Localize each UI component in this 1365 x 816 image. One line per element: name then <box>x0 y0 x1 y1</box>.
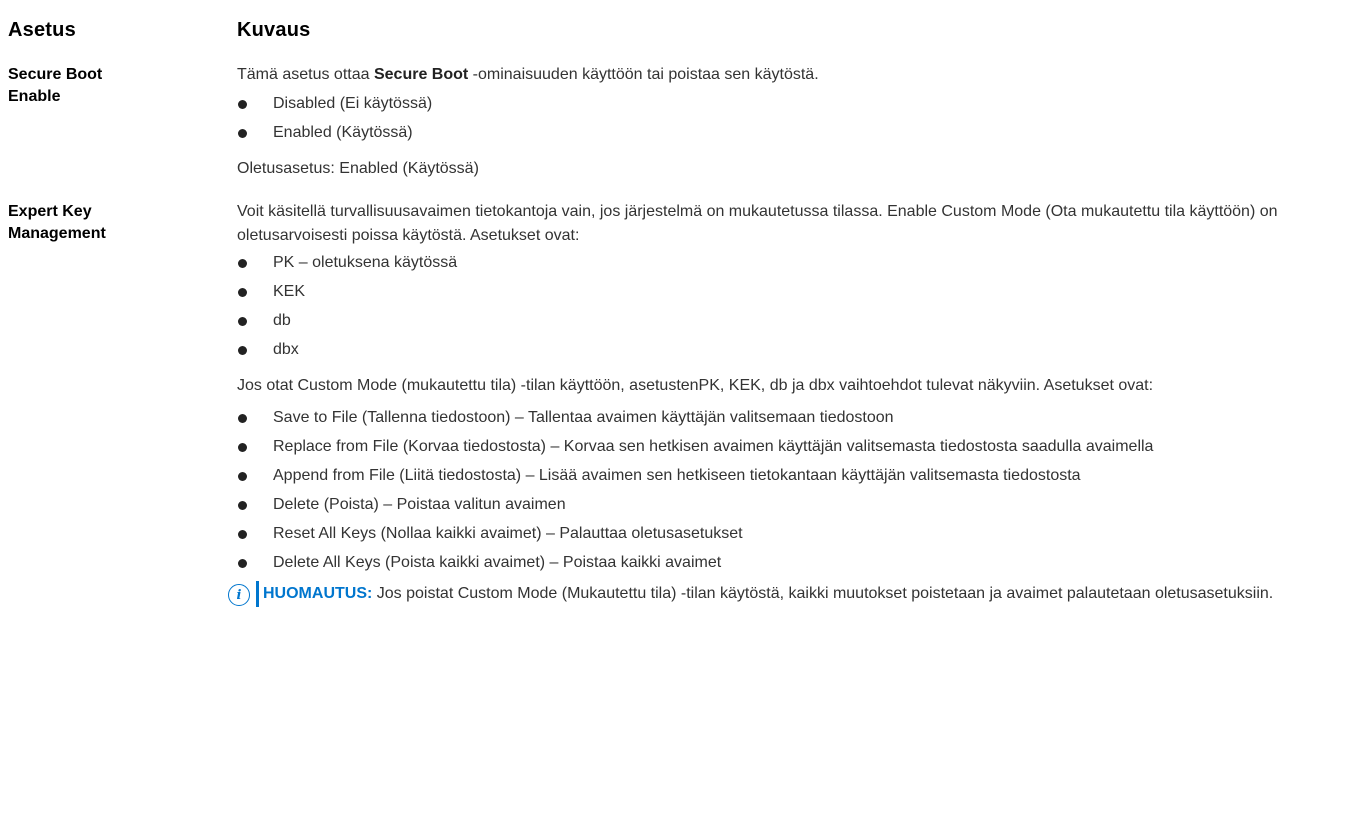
list-item-text: Replace from File (Korvaa tiedostosta) –… <box>273 438 1154 455</box>
list-item-text: Delete All Keys (Poista kaikki avaimet) … <box>273 554 722 571</box>
setting-cell: Secure Boot Enable <box>8 64 237 181</box>
description-cell: Tämä asetus ottaa Secure Boot -ominaisuu… <box>237 64 1358 181</box>
description-intro: Voit käsitellä turvallisuusavaimen tieto… <box>237 203 1278 244</box>
setting-cell: Expert Key Management <box>8 201 237 607</box>
list-item: Delete (Poista) – Poistaa valitun avaime… <box>237 493 1358 517</box>
bullet-icon <box>238 346 247 355</box>
bullet-icon <box>238 530 247 539</box>
list-item: Disabled (Ei käytössä) <box>237 92 1358 116</box>
bullet-icon <box>238 259 247 268</box>
setting-name-line1: Secure Boot <box>8 66 103 83</box>
note-box: i HUOMAUTUS: Jos poistat Custom Mode (Mu… <box>228 581 1358 607</box>
info-circle-icon: i <box>228 584 250 606</box>
list-item-text: Delete (Poista) – Poistaa valitun avaime… <box>273 496 566 513</box>
header-setting: Asetus <box>8 18 76 41</box>
bullet-icon <box>238 472 247 481</box>
bullet-icon <box>238 317 247 326</box>
list-item-text: Append from File (Liitä tiedostosta) – L… <box>273 467 1081 484</box>
bullet-icon <box>238 559 247 568</box>
list-item-text: db <box>273 312 291 329</box>
description-intro: Tämä asetus ottaa Secure Boot -ominaisuu… <box>237 63 1358 87</box>
intro-text: Tämä asetus ottaa <box>237 66 374 83</box>
list-item-text: Enabled (Käytössä) <box>273 124 413 141</box>
list-item: Reset All Keys (Nollaa kaikki avaimet) –… <box>237 522 1358 546</box>
custom-mode-text: Jos otat Custom Mode (mukautettu tila) -… <box>237 377 1154 394</box>
bullet-icon <box>238 100 247 109</box>
bullet-icon <box>238 443 247 452</box>
table-row-secure-boot: Secure Boot Enable Tämä asetus ottaa Sec… <box>8 64 1358 181</box>
list-item: db <box>237 309 1358 333</box>
header-description: Kuvaus <box>237 18 311 41</box>
custom-options-list: Save to File (Tallenna tiedostoon) – Tal… <box>237 406 1358 575</box>
table-row-expert-key-management: Expert Key Management Voit käsitellä tur… <box>8 201 1358 607</box>
intro-bold-text: Secure Boot <box>373 66 469 83</box>
default-value: Oletusasetus: Enabled (Käytössä) <box>237 160 479 177</box>
table-header: Asetus Kuvaus <box>8 0 1358 52</box>
bullet-icon <box>238 129 247 138</box>
note-text: Jos poistat Custom Mode (Mukautettu tila… <box>372 585 1274 602</box>
note-label: HUOMAUTUS: <box>263 585 373 602</box>
list-item: Delete All Keys (Poista kaikki avaimet) … <box>237 551 1358 575</box>
list-item-text: KEK <box>273 283 306 300</box>
list-item: KEK <box>237 280 1358 304</box>
list-item: Save to File (Tallenna tiedostoon) – Tal… <box>237 406 1358 430</box>
list-item-text: Save to File (Tallenna tiedostoon) – Tal… <box>273 409 894 426</box>
note-body: HUOMAUTUS: Jos poistat Custom Mode (Muka… <box>256 581 1273 607</box>
setting-name-line2: Enable <box>8 88 61 105</box>
bullet-icon <box>238 288 247 297</box>
setting-name: Secure Boot Enable <box>8 64 148 108</box>
bullet-icon <box>238 501 247 510</box>
bullet-icon <box>238 414 247 423</box>
intro-text-end: -ominaisuuden käyttöön tai poistaa sen k… <box>468 66 819 83</box>
list-item: PK – oletuksena käytössä <box>237 251 1358 275</box>
setting-name-line2: Management <box>8 225 106 242</box>
list-item-text: PK – oletuksena käytössä <box>273 254 458 271</box>
options-list: PK – oletuksena käytössä KEK db dbx <box>237 251 1358 362</box>
setting-name-line1: Expert Key <box>8 203 92 220</box>
description-cell: Voit käsitellä turvallisuusavaimen tieto… <box>228 201 1358 607</box>
list-item: Enabled (Käytössä) <box>237 121 1358 145</box>
list-item-text: Reset All Keys (Nollaa kaikki avaimet) –… <box>273 525 743 542</box>
list-item: dbx <box>237 338 1358 362</box>
list-item-text: dbx <box>273 341 299 358</box>
list-item: Replace from File (Korvaa tiedostosta) –… <box>237 435 1358 459</box>
options-list: Disabled (Ei käytössä) Enabled (Käytössä… <box>237 92 1358 145</box>
settings-table: Asetus Kuvaus Secure Boot Enable Tämä as… <box>8 0 1358 607</box>
list-item-text: Disabled (Ei käytössä) <box>273 95 433 112</box>
setting-name: Expert Key Management <box>8 201 148 245</box>
list-item: Append from File (Liitä tiedostosta) – L… <box>237 464 1358 488</box>
